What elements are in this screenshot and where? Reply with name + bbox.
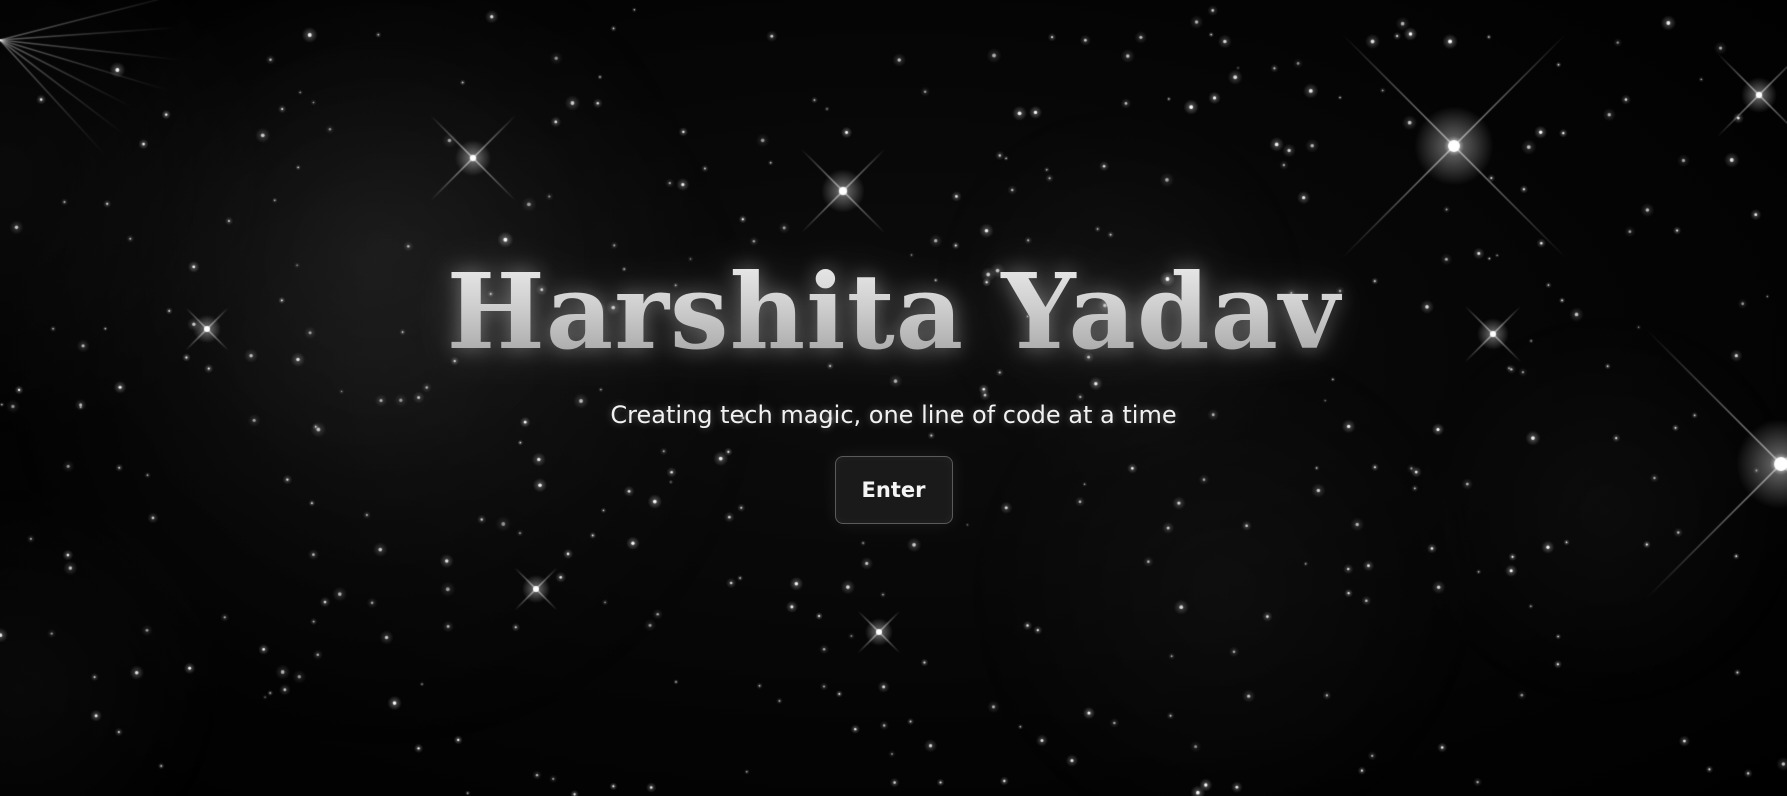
landing-page: Harshita Yadav Creating tech magic, one … [0, 0, 1787, 796]
hero-tagline: Creating tech magic, one line of code at… [610, 401, 1177, 429]
hero-section: Harshita Yadav Creating tech magic, one … [0, 248, 1787, 524]
hero-title: Harshita Yadav [0, 248, 1787, 376]
enter-button[interactable]: Enter [834, 456, 953, 524]
